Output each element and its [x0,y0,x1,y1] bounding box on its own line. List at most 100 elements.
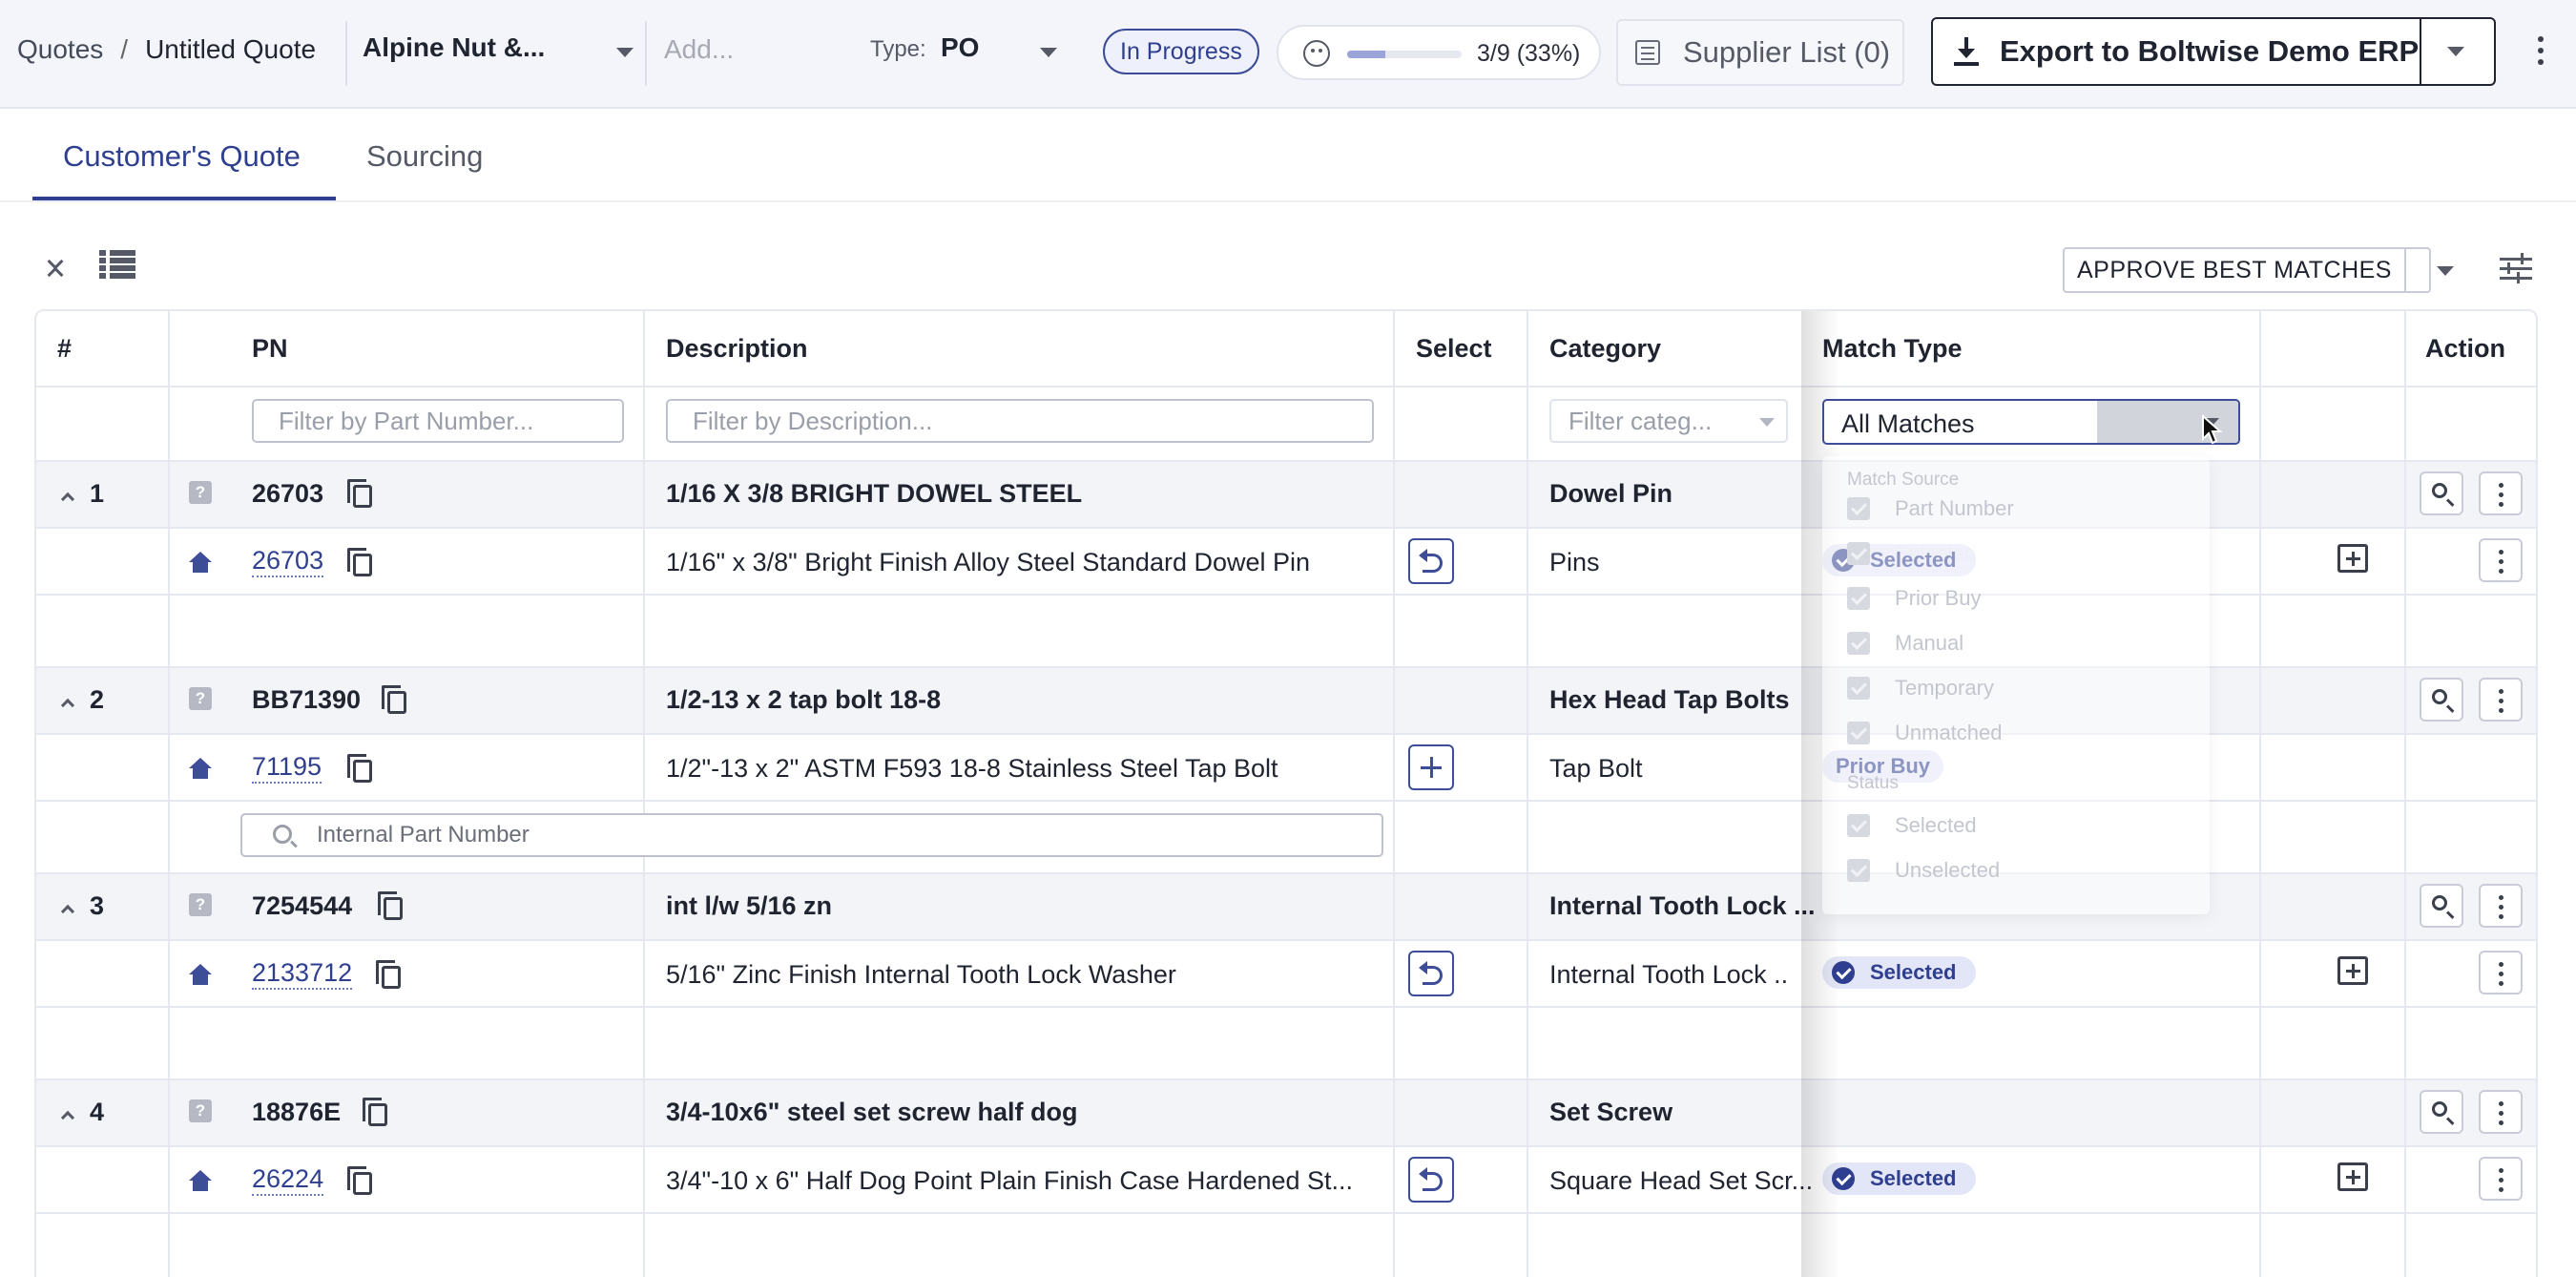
child-category: Internal Tooth Lock ... [1549,960,1788,989]
question-icon: ? [189,1099,212,1122]
menu-option-prior-buy[interactable]: Prior Buy [1847,586,1981,611]
copy-icon[interactable] [376,960,401,989]
home-icon [189,552,212,573]
export-button-group: Export to Boltwise Demo ERP [1931,17,2496,86]
child-pn-link[interactable]: 2133712 [252,958,353,990]
chevron-down-icon [2437,266,2454,276]
checkbox-checked-icon [1847,497,1870,520]
child-category: Tap Bolt [1549,754,1643,783]
row-number[interactable]: 2 [60,685,104,715]
checkbox-checked-icon [1847,859,1870,882]
approve-best-matches-group: APPROVE BEST MATCHES [2063,247,2454,293]
copy-icon[interactable] [363,1098,387,1126]
export-dropdown-button[interactable] [2421,19,2494,84]
more-vertical-icon[interactable] [2479,678,2523,722]
search-icon[interactable] [2420,1090,2463,1134]
search-icon[interactable] [2420,678,2463,722]
undo-icon[interactable] [1408,951,1454,996]
add-note-icon[interactable] [2337,544,2368,573]
add-note-icon[interactable] [2337,1162,2368,1191]
plus-icon[interactable] [1408,744,1454,790]
menu-option-manual[interactable]: Manual [1847,631,1963,656]
parent-description: 1/16 X 3/8 BRIGHT DOWEL STEEL [666,479,1083,508]
menu-option-temporary[interactable]: Temporary [1847,676,1994,701]
pn-filter-input[interactable]: Filter by Part Number... [252,399,624,443]
tab-sourcing[interactable]: Sourcing [366,139,483,174]
more-vertical-icon[interactable] [2479,951,2523,994]
status-badge[interactable]: In Progress [1103,29,1259,74]
search-icon[interactable] [2420,884,2463,928]
type-label: Type: [870,36,926,62]
breadcrumb-quotes[interactable]: Quotes [17,34,103,65]
child-pn-link[interactable]: 71195 [252,752,322,784]
copy-icon[interactable] [347,548,372,576]
approve-best-matches-button[interactable]: APPROVE BEST MATCHES [2065,249,2406,291]
more-vertical-icon[interactable] [2538,36,2544,71]
copy-icon[interactable] [347,754,372,783]
divider [645,21,647,86]
child-pn-link[interactable]: 26224 [252,1164,324,1196]
menu-group-status: Status [1847,773,1899,793]
col-header-category[interactable]: Category [1549,334,1661,364]
menu-option-part-number[interactable]: Part Number [1847,496,2014,521]
internal-part-number-input[interactable]: Internal Part Number [240,813,1383,857]
supplier-select[interactable]: Alpine Nut &... [363,32,545,63]
add-field[interactable]: Add... [664,34,734,65]
row-number[interactable]: 3 [60,891,104,921]
description-filter-input[interactable]: Filter by Description... [666,399,1374,443]
export-button[interactable]: Export to Boltwise Demo ERP [1933,19,2421,84]
question-icon: ? [189,893,212,916]
undo-icon[interactable] [1408,538,1454,584]
chevron-down-icon [2447,47,2464,56]
tune-settings-icon[interactable] [2500,252,2532,284]
child-category: Pins [1549,548,1600,576]
row-number[interactable]: 4 [60,1098,104,1127]
more-vertical-icon[interactable] [2479,884,2523,928]
menu-option-selected[interactable]: Selected [1847,541,1977,566]
search-icon[interactable] [2420,471,2463,515]
add-note-icon[interactable] [2337,956,2368,985]
approve-dropdown-button[interactable] [2406,249,2454,291]
copy-icon[interactable] [382,685,406,714]
col-header-num: # [57,334,73,363]
copy-icon[interactable] [347,479,372,508]
checkbox-checked-icon [1847,677,1870,700]
more-vertical-icon[interactable] [2479,538,2523,582]
export-label: Export to Boltwise Demo ERP [2000,34,2420,68]
more-vertical-icon[interactable] [2479,1090,2523,1134]
checkbox-checked-icon [1847,587,1870,610]
progress-indicator[interactable]: 3/9 (33%) [1277,25,1601,80]
list-icon [1635,40,1660,65]
child-description: 1/16" x 3/8" Bright Finish Alloy Steel S… [666,548,1311,576]
col-header-match-type[interactable]: Match Type [1822,334,1963,364]
more-vertical-icon[interactable] [2479,471,2523,515]
progress-track [1347,51,1462,58]
breadcrumb-current: Untitled Quote [145,34,317,64]
collapse-all-icon[interactable] [46,250,67,283]
copy-icon[interactable] [347,1166,372,1195]
copy-icon[interactable] [378,891,403,920]
type-select[interactable]: PO [941,32,979,63]
child-category: Square Head Set Scr... [1549,1166,1814,1195]
col-header-description[interactable]: Description [666,334,808,364]
chevron-down-icon[interactable] [1040,48,1057,57]
list-view-icon[interactable] [99,250,135,279]
menu-option-status-unselected[interactable]: Unselected [1847,858,2000,883]
tab-customers-quote[interactable]: Customer's Quote [63,139,301,174]
match-type-menu: Match Source Part Number Selected Prior … [1822,456,2210,914]
undo-icon[interactable] [1408,1157,1454,1203]
menu-option-status-selected[interactable]: Selected [1847,813,1977,838]
col-header-pn[interactable]: PN [252,334,288,364]
menu-option-unmatched[interactable]: Unmatched [1847,721,2003,745]
category-filter-select[interactable]: Filter categ... [1549,399,1788,443]
child-description: 3/4"-10 x 6" Half Dog Point Plain Finish… [666,1166,1354,1195]
chevron-down-icon[interactable] [616,48,634,57]
checkbox-checked-icon [1847,814,1870,837]
more-vertical-icon[interactable] [2479,1157,2523,1201]
checkbox-checked-icon [1847,632,1870,655]
row-number[interactable]: 1 [60,479,104,509]
match-type-select[interactable]: All Matches [1822,399,2240,445]
child-pn-link[interactable]: 26703 [252,546,324,577]
parent-category: Set Screw [1549,1098,1673,1126]
supplier-list-button[interactable]: Supplier List (0) [1616,19,1904,86]
